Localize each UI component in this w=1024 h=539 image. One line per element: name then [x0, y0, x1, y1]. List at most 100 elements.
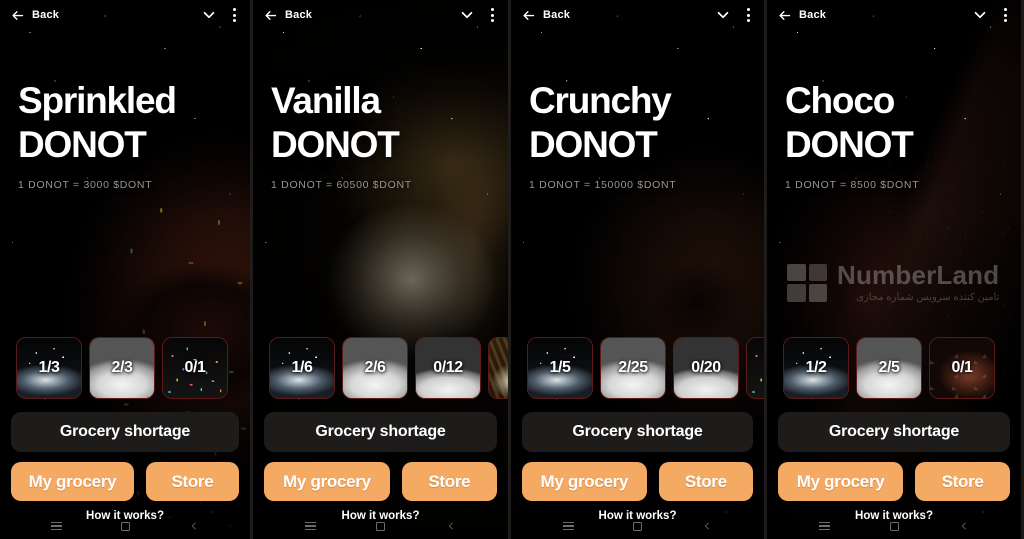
list-item[interactable]: 0/1	[162, 337, 228, 399]
nav-home-icon[interactable]	[890, 521, 899, 531]
list-item[interactable]: 1/5	[527, 337, 593, 399]
nav-menu-icon[interactable]	[819, 522, 830, 530]
nav-back-icon[interactable]	[959, 521, 969, 531]
list-item[interactable]: 0/	[746, 337, 764, 399]
list-item[interactable]: 0/1	[929, 337, 995, 399]
grocery-shortage-button[interactable]: Grocery shortage	[778, 412, 1010, 452]
cta-row: My grocery Store	[264, 462, 497, 501]
hero-title-block: Choco DONOT 1 DONOT = 8500 $DONT	[767, 82, 1021, 191]
store-button[interactable]: Store	[401, 462, 497, 501]
grocery-shortage-button[interactable]: Grocery shortage	[11, 412, 239, 452]
list-item[interactable]: 2/25	[600, 337, 666, 399]
ingredient-thumbnail-row[interactable]: 1/6 2/6 0/12 0/	[253, 337, 508, 399]
grocery-shortage-button[interactable]: Grocery shortage	[522, 412, 753, 452]
back-label: Back	[543, 9, 571, 21]
back-button[interactable]: Back	[777, 8, 826, 23]
phone-screen-crunchy: Back Crunchy DONOT 1 DONOT = 150000 $DON…	[511, 0, 767, 539]
list-item[interactable]: 2/6	[342, 337, 408, 399]
top-app-bar: Back	[253, 0, 508, 30]
store-label: Store	[684, 471, 727, 491]
chevron-down-icon[interactable]	[458, 6, 476, 24]
thumbnail-count: 2/3	[111, 359, 133, 376]
exchange-rate-label: 1 DONOT = 3000 $DONT	[18, 179, 153, 191]
screenshot-grid: Back Sprinkled DONOT 1 DONOT = 3000 $DON…	[0, 0, 1024, 539]
cta-row: My grocery Store	[778, 462, 1010, 501]
back-arrow-icon	[523, 10, 535, 20]
my-grocery-button[interactable]: My grocery	[778, 462, 904, 501]
nav-menu-icon[interactable]	[51, 522, 63, 530]
cta-row: My grocery Store	[522, 462, 753, 501]
phone-screen-choco: NumberLand تامین کننده سرویس شماره مجازی…	[767, 0, 1021, 539]
list-item[interactable]: 0/12	[415, 337, 481, 399]
top-app-bar: Back	[767, 0, 1021, 30]
chevron-down-icon[interactable]	[714, 6, 732, 24]
overflow-menu-icon[interactable]	[232, 8, 236, 22]
my-grocery-label: My grocery	[540, 471, 629, 491]
ingredient-thumbnail-row[interactable]: 1/5 2/25 0/20 0/	[511, 337, 764, 399]
hero-title-block: Sprinkled DONOT 1 DONOT = 3000 $DONT	[0, 82, 250, 191]
back-arrow-icon	[265, 10, 277, 20]
back-label: Back	[285, 9, 313, 21]
nav-home-icon[interactable]	[120, 521, 130, 531]
chevron-down-icon[interactable]	[971, 6, 989, 24]
list-item[interactable]: 0/20	[673, 337, 739, 399]
my-grocery-label: My grocery	[796, 471, 885, 491]
phone-screen-vanilla: Back Vanilla DONOT 1 DONOT = 60500 $DONT…	[253, 0, 511, 539]
list-item[interactable]: 2/5	[856, 337, 922, 399]
nav-menu-icon[interactable]	[305, 522, 317, 530]
overflow-menu-icon[interactable]	[746, 8, 750, 22]
store-label: Store	[941, 471, 984, 491]
page-title-line2: DONOT	[529, 124, 658, 165]
my-grocery-button[interactable]: My grocery	[11, 462, 134, 501]
thumbnail-count: 1/3	[38, 359, 60, 376]
store-label: Store	[428, 471, 471, 491]
nav-back-icon[interactable]	[446, 521, 456, 531]
list-item[interactable]: 1/2	[783, 337, 849, 399]
exchange-rate-label: 1 DONOT = 150000 $DONT	[529, 179, 677, 191]
hero-title-block: Vanilla DONOT 1 DONOT = 60500 $DONT	[253, 82, 508, 191]
thumbnail-count: 1/5	[549, 359, 571, 376]
android-nav-bar	[253, 513, 508, 539]
grocery-shortage-button[interactable]: Grocery shortage	[264, 412, 497, 452]
store-button[interactable]: Store	[658, 462, 753, 501]
exchange-rate-label: 1 DONOT = 60500 $DONT	[271, 179, 412, 191]
ingredient-thumbnail-row[interactable]: 1/3 2/3 0/1	[0, 337, 250, 399]
cta-row: My grocery Store	[11, 462, 239, 501]
nav-menu-icon[interactable]	[562, 522, 574, 530]
page-title-line1: Choco	[785, 80, 895, 121]
thumbnail-count: 2/6	[364, 359, 386, 376]
nav-back-icon[interactable]	[189, 521, 199, 531]
android-nav-bar	[0, 513, 250, 539]
grocery-shortage-label: Grocery shortage	[315, 423, 446, 440]
page-title-line1: Vanilla	[271, 80, 381, 121]
ingredient-thumbnail-row[interactable]: 1/2 2/5 0/1	[767, 337, 1021, 399]
store-label: Store	[171, 471, 214, 491]
back-label: Back	[32, 9, 60, 21]
overflow-menu-icon[interactable]	[490, 8, 494, 22]
back-button[interactable]: Back	[521, 8, 570, 23]
list-item[interactable]: 1/3	[16, 337, 82, 399]
back-button[interactable]: Back	[263, 8, 312, 23]
phone-screen-sprinkled: Back Sprinkled DONOT 1 DONOT = 3000 $DON…	[0, 0, 253, 539]
thumbnail-count: 2/5	[878, 359, 900, 376]
exchange-rate-label: 1 DONOT = 8500 $DONT	[785, 179, 920, 191]
list-item[interactable]: 1/6	[269, 337, 335, 399]
nav-home-icon[interactable]	[376, 521, 386, 531]
list-item[interactable]: 2/3	[89, 337, 155, 399]
list-item[interactable]: 0/	[488, 337, 508, 399]
thumbnail-count: 0/1	[184, 359, 206, 376]
nav-back-icon[interactable]	[702, 521, 712, 531]
chevron-down-icon[interactable]	[200, 6, 218, 24]
grocery-shortage-label: Grocery shortage	[572, 423, 703, 440]
top-app-bar: Back	[0, 0, 250, 30]
my-grocery-button[interactable]: My grocery	[264, 462, 390, 501]
android-nav-bar	[511, 513, 764, 539]
my-grocery-button[interactable]: My grocery	[522, 462, 647, 501]
thumbnail-count: 0/12	[433, 359, 463, 376]
overflow-menu-icon[interactable]	[1003, 8, 1007, 22]
nav-home-icon[interactable]	[633, 521, 643, 531]
page-title-line1: Sprinkled	[18, 80, 177, 121]
store-button[interactable]: Store	[145, 462, 239, 501]
back-button[interactable]: Back	[10, 8, 59, 23]
store-button[interactable]: Store	[915, 462, 1010, 501]
